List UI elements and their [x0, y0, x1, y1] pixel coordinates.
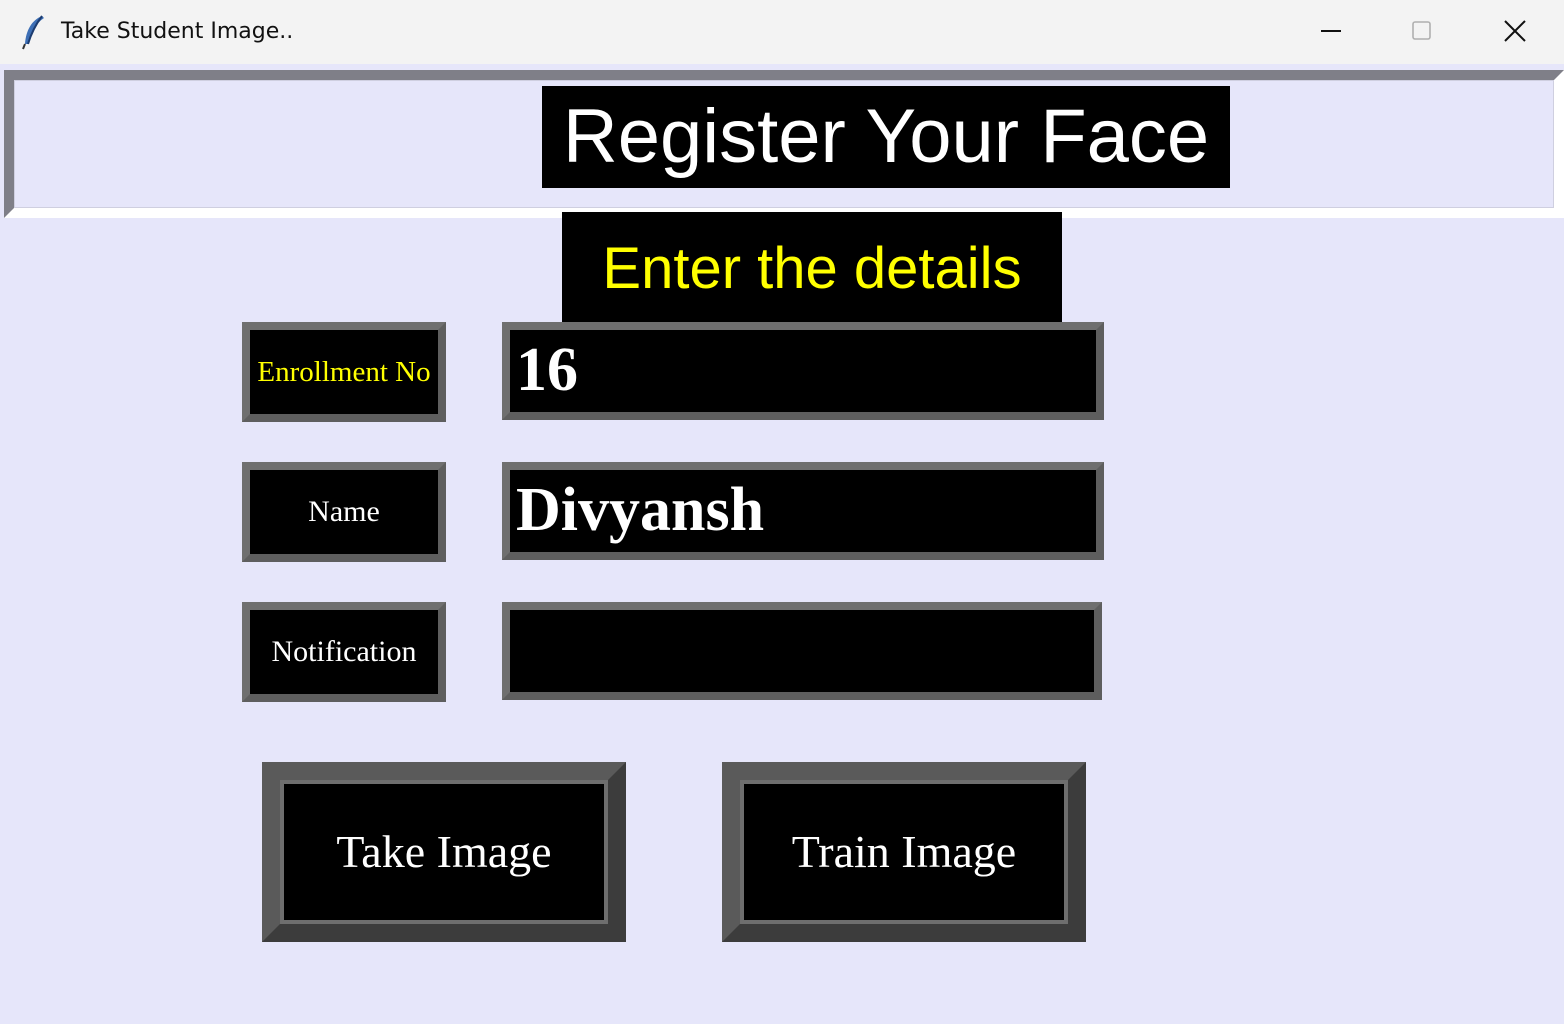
name-label: Name: [242, 462, 446, 562]
close-button[interactable]: [1470, 0, 1560, 62]
notification-display: [502, 602, 1102, 700]
take-image-button[interactable]: Take Image: [262, 762, 626, 942]
section-subtitle: Enter the details: [562, 212, 1062, 322]
close-icon: [1504, 20, 1526, 42]
window-content: Register Your Face Enter the details Enr…: [0, 64, 1564, 1024]
enrollment-input[interactable]: 16: [502, 322, 1104, 420]
maximize-icon: [1412, 21, 1431, 40]
window-titlebar: Take Student Image..: [0, 0, 1564, 65]
enrollment-label: Enrollment No: [242, 322, 446, 422]
feather-icon: [20, 14, 48, 50]
maximize-button[interactable]: [1377, 0, 1467, 62]
window-title: Take Student Image..: [61, 19, 294, 44]
page-title: Register Your Face: [542, 86, 1230, 188]
minimize-button[interactable]: [1286, 0, 1376, 62]
notification-label: Notification: [242, 602, 446, 702]
minimize-icon: [1321, 30, 1341, 32]
train-image-button[interactable]: Train Image: [722, 762, 1086, 942]
name-input[interactable]: Divyansh: [502, 462, 1104, 560]
